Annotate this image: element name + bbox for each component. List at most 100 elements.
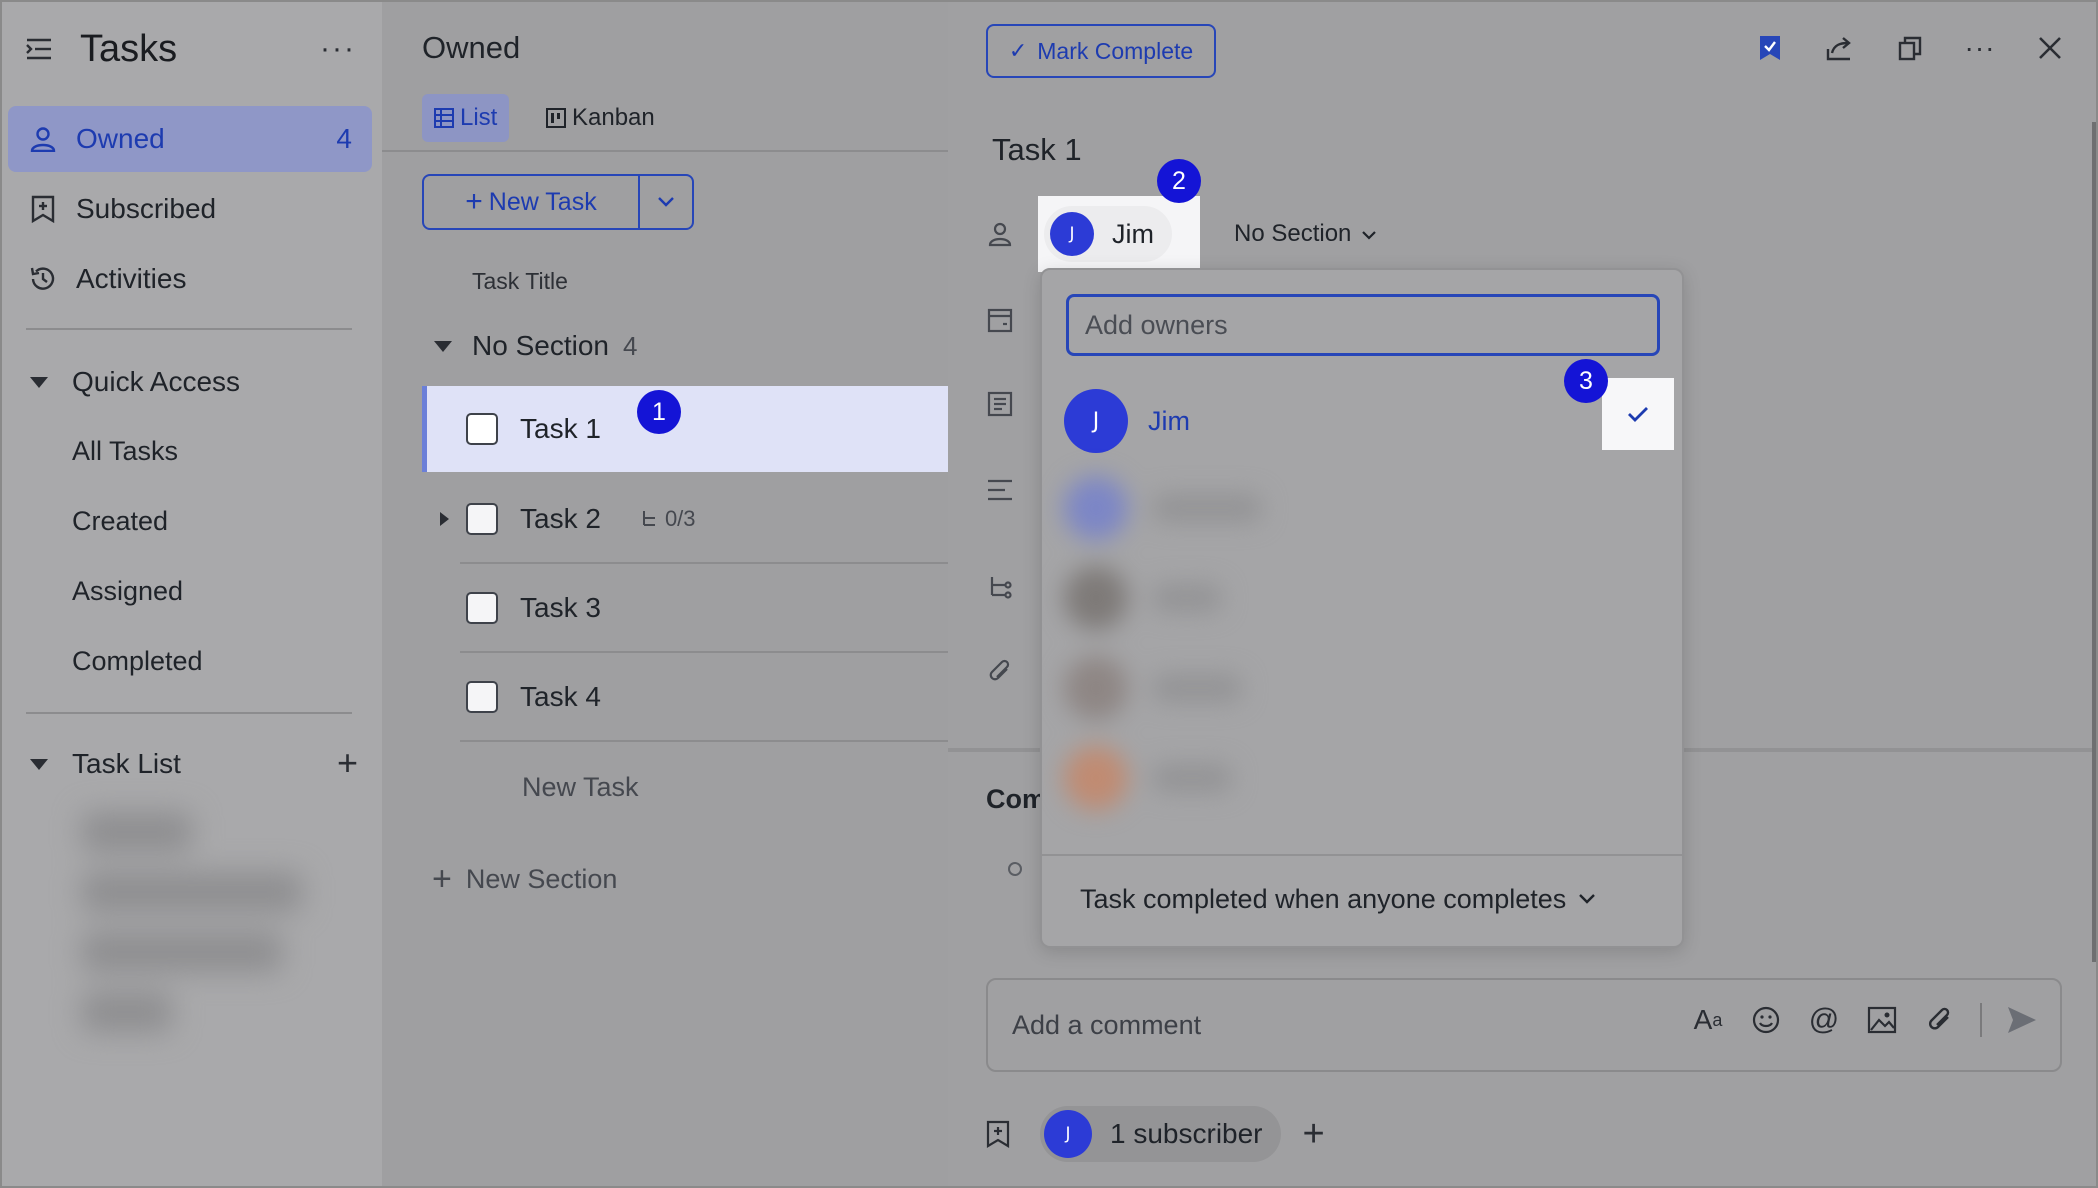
owner-icon [986, 220, 1014, 248]
quick-access-label: Quick Access [72, 366, 241, 397]
mark-complete-label: Mark Complete [1037, 37, 1194, 64]
mark-complete-button[interactable]: ✓ Mark Complete [986, 24, 1216, 78]
sidebar-item-subscribed[interactable]: Subscribed [8, 176, 372, 242]
subscriber-count: 1 subscriber [1110, 1118, 1263, 1149]
task-checkbox[interactable] [466, 503, 498, 535]
owner-name: Jim [1112, 218, 1154, 249]
subscribers-pill[interactable]: J 1 subscriber [1040, 1106, 1281, 1162]
attachment-icon[interactable] [1922, 1002, 1958, 1038]
task-list-panel: Owned List Kanban + New Task Task Title … [382, 2, 948, 1186]
task-title: Task 3 [520, 592, 601, 623]
popup-divider [1042, 854, 1682, 856]
send-icon[interactable] [2004, 1002, 2040, 1038]
task-row[interactable]: Task 2 0/3 [422, 476, 948, 562]
bookmark-filled-icon[interactable] [1754, 32, 1786, 64]
add-task-list-icon[interactable]: + [337, 742, 358, 784]
new-task-label: New Task [488, 187, 597, 216]
copy-icon[interactable] [1894, 32, 1926, 64]
share-icon[interactable] [1824, 32, 1856, 64]
expand-subtasks-icon[interactable] [440, 512, 449, 526]
sidebar-item-assigned[interactable]: Assigned [72, 576, 183, 607]
sidebar-item-all-tasks[interactable]: All Tasks [72, 436, 178, 467]
emoji-icon[interactable] [1748, 1002, 1784, 1038]
task-title: Task 2 [520, 503, 601, 534]
owned-count: 4 [336, 123, 352, 154]
sidebar-item-label: Owned [76, 123, 165, 154]
sidebar-item-activities[interactable]: Activities [8, 246, 372, 312]
sidebar-divider [26, 328, 352, 330]
new-section-button[interactable]: + New Section [432, 860, 617, 899]
section-header[interactable]: No Section 4 [434, 330, 637, 362]
step-badge-3: 3 [1564, 359, 1608, 403]
bookmark-icon [28, 194, 58, 224]
selected-check-icon[interactable] [1602, 378, 1674, 450]
more-options-icon[interactable]: ··· [1964, 32, 1996, 64]
section-count: 4 [622, 330, 638, 361]
timeline-dot-icon [1008, 862, 1022, 876]
new-task-button[interactable]: + New Task [422, 174, 640, 230]
add-subscriber-icon[interactable]: + [1303, 1113, 1325, 1156]
row-divider [460, 651, 948, 653]
checklist-icon [986, 390, 1014, 418]
completion-rule-dropdown[interactable]: Task completed when anyone completes [1080, 884, 1596, 915]
tab-kanban[interactable]: Kanban [534, 94, 667, 142]
tab-label: List [460, 104, 498, 131]
row-divider [460, 562, 948, 564]
sidebar-divider [26, 712, 352, 714]
bookmark-icon [986, 1120, 1010, 1148]
tabs-divider [382, 150, 948, 152]
sidebar-item-owned[interactable]: Owned 4 [8, 106, 372, 172]
section-name: No Section [472, 330, 609, 361]
comment-input[interactable]: Add a comment Aa @ [986, 978, 2062, 1072]
chevron-down-icon [1578, 888, 1596, 911]
owner-field[interactable]: J Jim [1038, 196, 1200, 272]
task-title-heading[interactable]: Task 1 [992, 132, 1082, 168]
task-row[interactable]: Task 4 [422, 654, 948, 740]
step-badge-1: 1 [637, 390, 681, 434]
task-checkbox[interactable] [466, 681, 498, 713]
text-format-icon[interactable]: Aa [1690, 1002, 1726, 1038]
new-task-dropdown-button[interactable] [638, 174, 694, 230]
image-icon[interactable] [1864, 1002, 1900, 1038]
comments-heading: Com [986, 784, 1046, 814]
task-row[interactable]: Task 3 [422, 565, 948, 651]
sidebar-item-completed[interactable]: Completed [72, 646, 203, 677]
scrollbar[interactable] [2092, 122, 2096, 962]
avatar: J [1050, 212, 1094, 256]
collapse-sidebar-icon[interactable] [26, 37, 52, 61]
sidebar-more-icon[interactable]: ··· [320, 32, 356, 66]
mention-icon[interactable]: @ [1806, 1002, 1842, 1038]
column-header-task-title: Task Title [472, 268, 568, 294]
owner-pill[interactable]: J Jim [1044, 206, 1172, 262]
step-badge-2: 2 [1157, 159, 1201, 203]
tab-list[interactable]: List [422, 94, 510, 142]
new-section-label: New Section [465, 864, 618, 894]
new-task-row[interactable]: New Task [522, 772, 639, 803]
task-list-label: Task List [72, 748, 181, 779]
page-title: Owned [422, 30, 521, 65]
sidebar: Tasks ··· Owned 4 Subscribed Activities … [2, 2, 382, 1186]
task-checkbox[interactable] [466, 592, 498, 624]
add-owners-input[interactable] [1085, 309, 1645, 341]
sidebar-item-label: Subscribed [76, 193, 217, 224]
task-title: Task 4 [520, 681, 601, 712]
subtask-count: 0/3 [641, 506, 696, 532]
blurred-user-list [1052, 468, 1672, 848]
task-list-header[interactable]: Task List [30, 748, 181, 780]
quick-access-header[interactable]: Quick Access [30, 366, 240, 398]
close-icon[interactable] [2034, 32, 2066, 64]
tab-label: Kanban [572, 104, 655, 131]
task-row[interactable]: Task 1 [422, 386, 948, 472]
sidebar-item-created[interactable]: Created [72, 506, 168, 537]
sidebar-item-label: Activities [76, 263, 187, 294]
detail-toolbar: ··· [1754, 32, 2066, 64]
add-owners-field[interactable] [1066, 294, 1660, 356]
chevron-down-icon [1361, 224, 1377, 245]
list-view-icon [434, 108, 454, 128]
avatar: J [1044, 1110, 1092, 1158]
section-dropdown[interactable]: No Section [1234, 220, 1377, 248]
task-title: Task 1 [520, 413, 601, 444]
subscribers-row: J 1 subscriber + [986, 1106, 1325, 1162]
task-checkbox[interactable] [466, 413, 498, 445]
subtask-icon [986, 574, 1014, 602]
